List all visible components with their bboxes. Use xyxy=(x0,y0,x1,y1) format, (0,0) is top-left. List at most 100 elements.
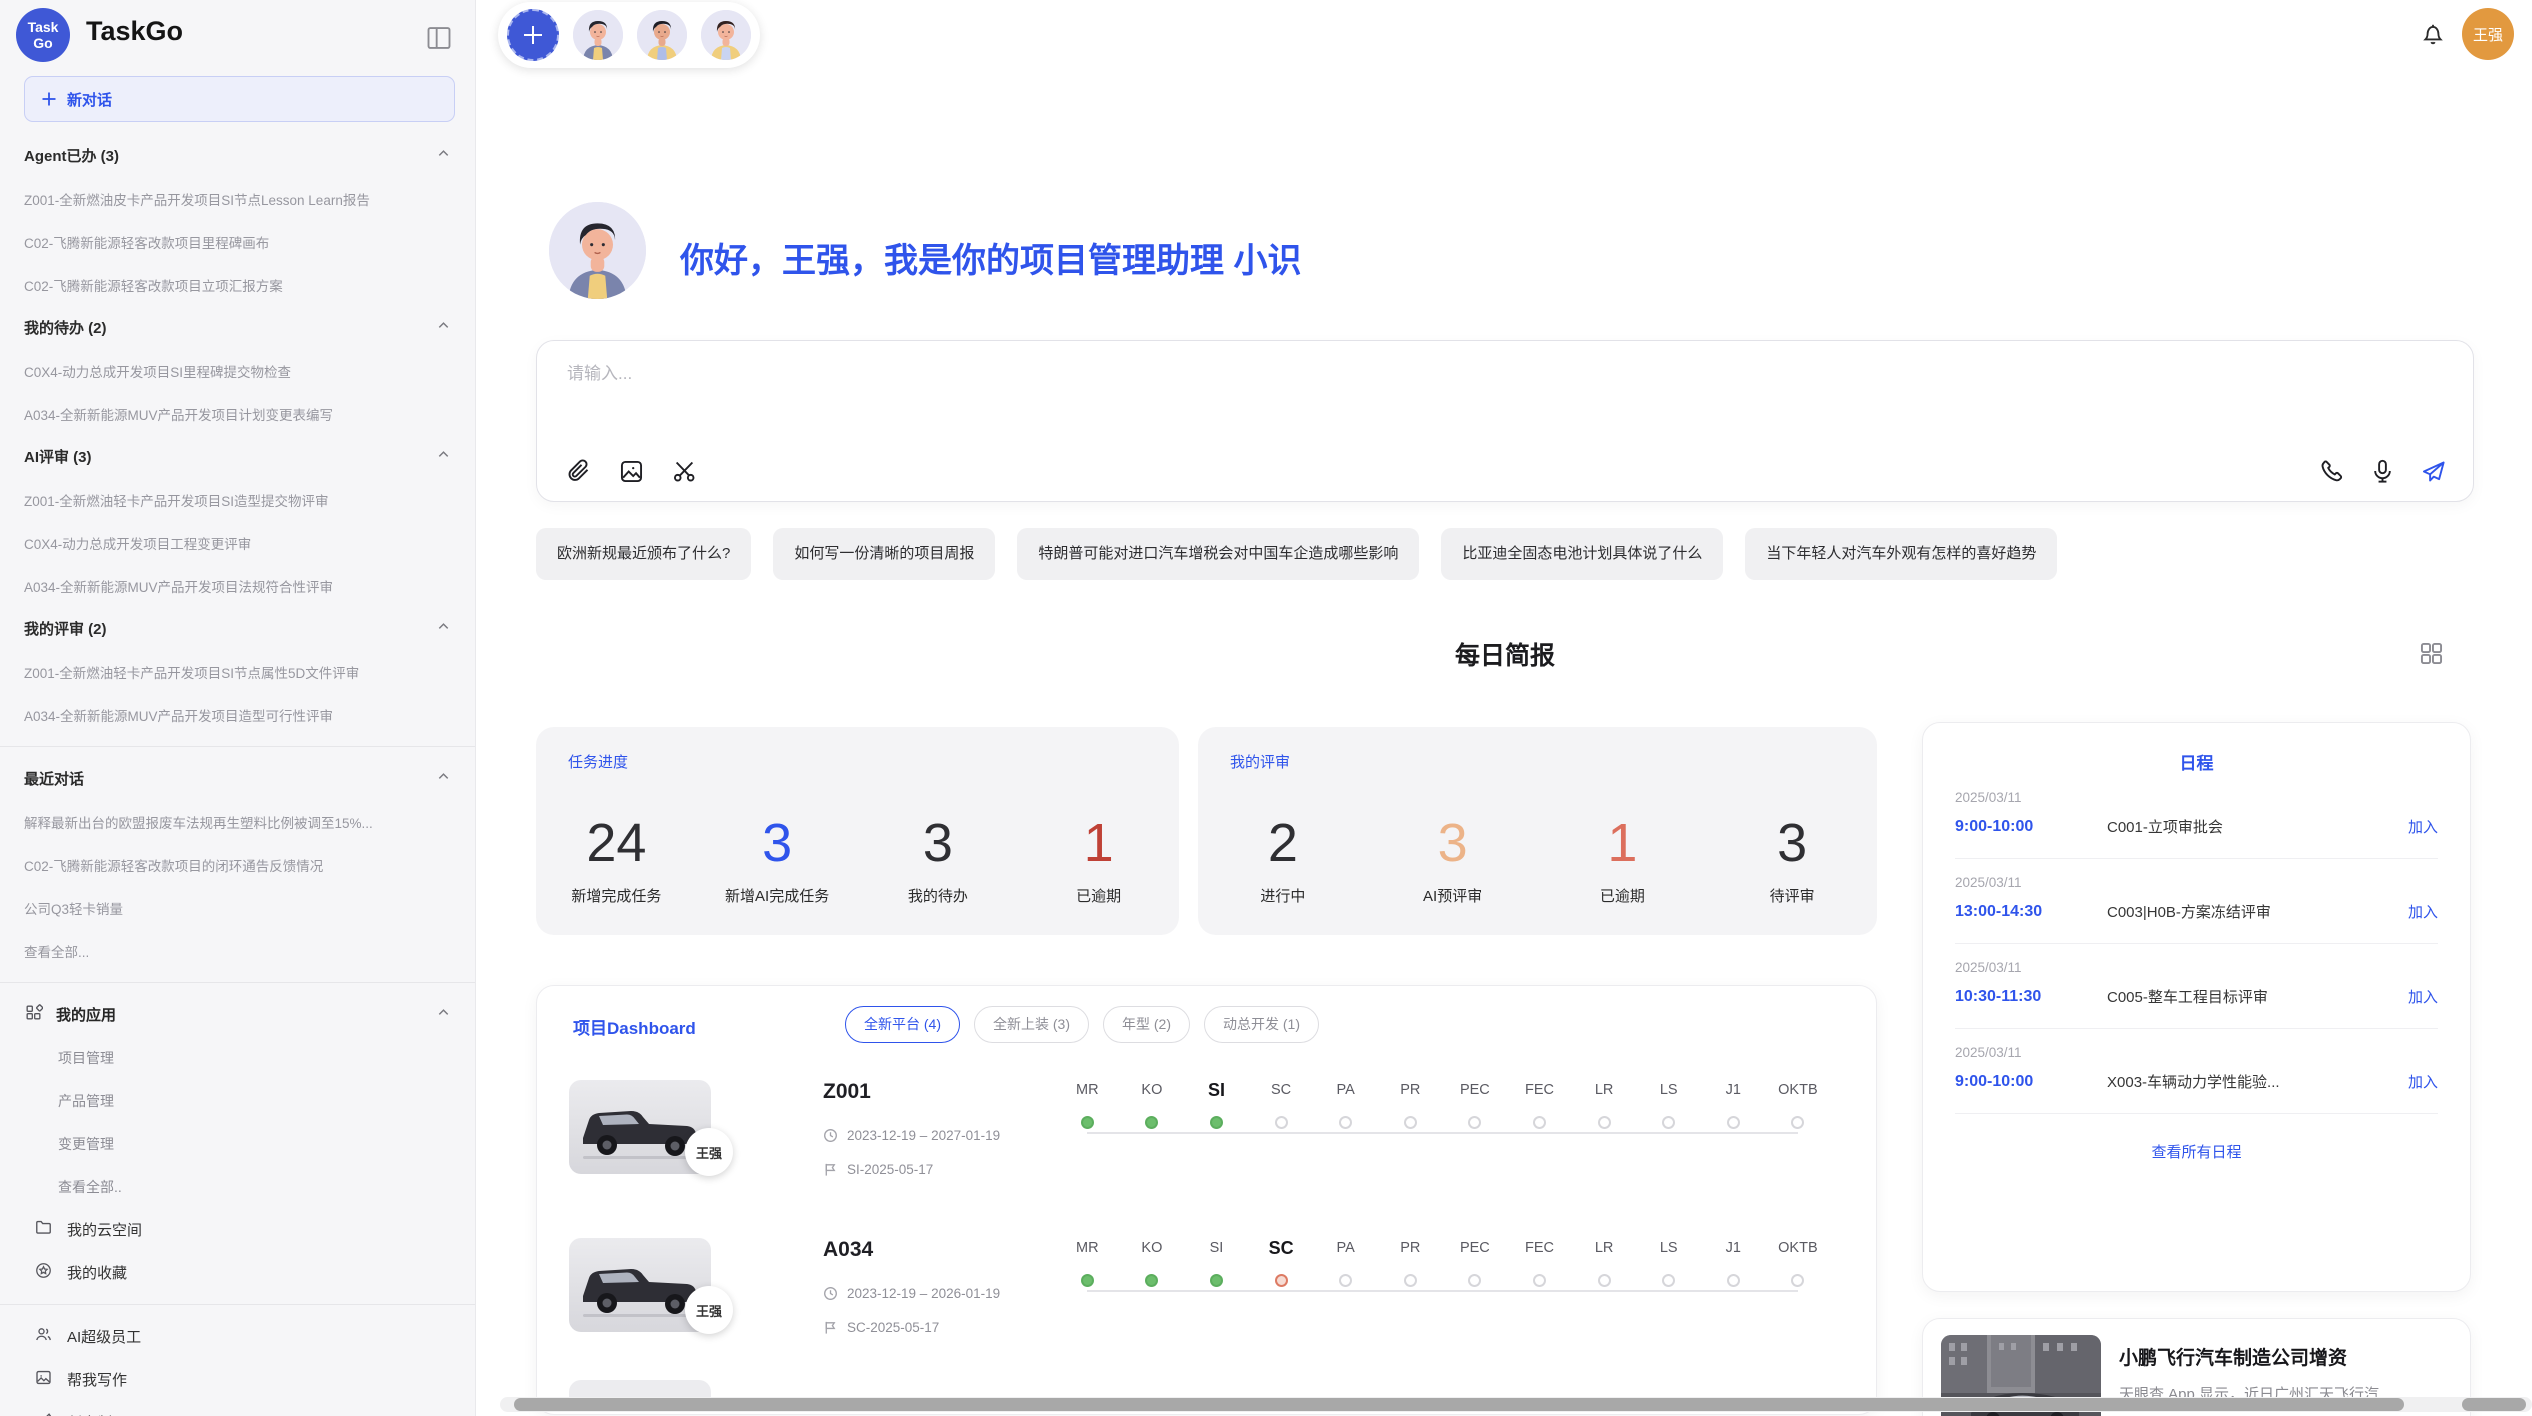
send-icon[interactable] xyxy=(2420,458,2447,485)
stat-label: 我的待办 xyxy=(908,885,968,906)
sidebar-item[interactable]: A034-全新新能源MUV产品开发项目造型可行性评审 xyxy=(0,693,475,736)
conversation-avatar-1[interactable] xyxy=(573,10,623,60)
sidebar-tool-1[interactable]: 帮我写作 xyxy=(0,1358,475,1401)
sidebar: Task Go TaskGo 新对话 Agent已办 (3)Z001-全新燃油皮… xyxy=(0,0,476,1416)
milestone-dot-pending xyxy=(1468,1274,1481,1287)
view-all-apps-link[interactable]: 查看全部.. xyxy=(0,1165,475,1208)
milestone-label: MR xyxy=(1055,1078,1120,1102)
sidebar-group-header[interactable]: AI评审 (3) xyxy=(0,435,475,478)
my-review-card: 我的评审2进行中3AI预评审1已逾期3待评审 xyxy=(1198,727,1877,935)
project-dashboard-card: 项目Dashboard 全新平台 (4)全新上装 (3)年型 (2)动总开发 (… xyxy=(536,985,1877,1415)
message-input[interactable] xyxy=(567,359,2267,429)
milestone-connector xyxy=(1087,1290,1798,1292)
schedule-item-main: 13:00-14:30C003|H0B-方案冻结评审加入 xyxy=(1955,901,2438,922)
dashboard-tab[interactable]: 年型 (2) xyxy=(1103,1006,1190,1043)
recent-conversation-item[interactable]: C02-飞腾新能源轻客改款项目的闭环通告反馈情况 xyxy=(0,843,475,886)
suggestion-chip[interactable]: 欧洲新规最近颁布了什么? xyxy=(536,528,751,580)
join-link[interactable]: 加入 xyxy=(2408,901,2438,922)
apps-grid-icon xyxy=(24,1003,43,1026)
image-upload-icon[interactable] xyxy=(618,458,645,485)
suggestion-chip[interactable]: 比亚迪全固态电池计划具体说了什么 xyxy=(1441,528,1723,580)
milestone-dot-done xyxy=(1145,1274,1158,1287)
schedule-item-main: 9:00-10:00C001-立项审批会加入 xyxy=(1955,816,2438,837)
schedule-time: 9:00-10:00 xyxy=(1955,818,2107,836)
sidebar-item[interactable]: C0X4-动力总成开发项目SI里程碑提交物检查 xyxy=(0,349,475,392)
suggestion-chip[interactable]: 特朗普可能对进口汽车增税会对中国车企造成哪些影响 xyxy=(1017,528,1419,580)
schedule-time: 13:00-14:30 xyxy=(1955,903,2107,921)
add-conversation-button[interactable] xyxy=(507,9,559,61)
milestone-stop: PEC xyxy=(1443,1064,1508,1129)
project-flag: SI-2025-05-17 xyxy=(823,1162,933,1177)
stat-item: 2进行中 xyxy=(1198,785,1368,935)
stat-label: 新增AI完成任务 xyxy=(725,885,829,906)
milestone-stop: FEC xyxy=(1507,1064,1572,1129)
brief-layout-icon[interactable] xyxy=(2418,640,2445,667)
app-item[interactable]: 项目管理 xyxy=(0,1036,475,1079)
suggestion-chip[interactable]: 如何写一份清晰的项目周报 xyxy=(773,528,995,580)
sidebar-item[interactable]: C0X4-动力总成开发项目工程变更评审 xyxy=(0,521,475,564)
sidebar-group-header[interactable]: 我的评审 (2) xyxy=(0,607,475,650)
sidebar-group-header[interactable]: 最近对话 xyxy=(0,757,475,800)
schedule-name: C001-立项审批会 xyxy=(2107,816,2408,837)
schedule-card: 日程 2025/03/119:00-10:00C001-立项审批会加入2025/… xyxy=(1922,722,2471,1292)
sidebar-item[interactable]: Z001-全新燃油轻卡产品开发项目SI造型提交物评审 xyxy=(0,478,475,521)
dashboard-tab[interactable]: 全新上装 (3) xyxy=(974,1006,1089,1043)
join-link[interactable]: 加入 xyxy=(2408,1071,2438,1092)
user-name: 王强 xyxy=(2473,24,2503,45)
stat-label: 已逾期 xyxy=(1600,885,1645,906)
dashboard-tabs: 全新平台 (4) 全新上装 (3) 年型 (2) 动总开发 (1) xyxy=(845,1006,1319,1043)
sidebar-my-apps[interactable]: 我的应用 xyxy=(0,993,475,1036)
scissors-icon[interactable] xyxy=(671,458,698,485)
milestone-dot-done xyxy=(1145,1116,1158,1129)
sidebar-list: Agent已办 (3)Z001-全新燃油皮卡产品开发项目SI节点Lesson L… xyxy=(0,130,475,1416)
sidebar-link-0[interactable]: 我的云空间 xyxy=(0,1208,475,1251)
milestone-dot-done xyxy=(1081,1116,1094,1129)
conversation-avatar-2[interactable] xyxy=(637,10,687,60)
sidebar-item[interactable]: A034-全新新能源MUV产品开发项目计划变更表编写 xyxy=(0,392,475,435)
sidebar-collapse-icon[interactable] xyxy=(425,24,453,50)
join-link[interactable]: 加入 xyxy=(2408,986,2438,1007)
view-all-schedule-link[interactable]: 查看所有日程 xyxy=(1955,1141,2438,1162)
daily-brief-title: 每日简报 xyxy=(536,636,2474,672)
schedule-date: 2025/03/11 xyxy=(1955,960,2438,975)
sidebar-divider xyxy=(0,746,475,747)
sidebar-tool-2[interactable]: 创意制图 xyxy=(0,1401,475,1416)
sidebar-item[interactable]: Z001-全新燃油轻卡产品开发项目SI节点属性5D文件评审 xyxy=(0,650,475,693)
sidebar-group-title: 我的待办 (2) xyxy=(24,317,107,338)
milestone-label: SI xyxy=(1184,1236,1249,1260)
milestone-track: MRKOSISCPAPRPECFECLRLSJ1OKTB xyxy=(1055,1064,1845,1184)
sidebar-group-header[interactable]: Agent已办 (3) xyxy=(0,134,475,177)
notification-bell-icon[interactable] xyxy=(2420,21,2446,49)
taskgo-app: Task Go TaskGo 新对话 Agent已办 (3)Z001-全新燃油皮… xyxy=(0,0,2532,1416)
logo-line2: Go xyxy=(33,35,52,51)
dashboard-tab[interactable]: 动总开发 (1) xyxy=(1204,1006,1319,1043)
recent-conversation-item[interactable]: 公司Q3轻卡销量 xyxy=(0,886,475,929)
view-all-conversations-link[interactable]: 查看全部... xyxy=(0,929,475,972)
user-avatar[interactable]: 王强 xyxy=(2462,8,2514,60)
milestone-stop: SI xyxy=(1184,1222,1249,1287)
scrollbar-thumb-right[interactable] xyxy=(2462,1398,2526,1411)
conversation-avatar-3[interactable] xyxy=(701,10,751,60)
milestone-stop: PEC xyxy=(1443,1222,1508,1287)
sidebar-item[interactable]: Z001-全新燃油皮卡产品开发项目SI节点Lesson Learn报告 xyxy=(0,177,475,220)
new-chat-button[interactable]: 新对话 xyxy=(24,76,455,122)
microphone-icon[interactable] xyxy=(2369,458,2396,485)
sidebar-item[interactable]: C02-飞腾新能源轻客改款项目立项汇报方案 xyxy=(0,263,475,306)
milestone-stop: OKTB xyxy=(1766,1222,1831,1287)
phone-call-icon[interactable] xyxy=(2318,458,2345,485)
recent-conversation-item[interactable]: 解释最新出台的欧盟报废车法规再生塑料比例被调至15%... xyxy=(0,800,475,843)
milestone-stop: J1 xyxy=(1701,1064,1766,1129)
sidebar-group-header[interactable]: 我的待办 (2) xyxy=(0,306,475,349)
attachment-icon[interactable] xyxy=(565,458,592,485)
milestone-stop: KO xyxy=(1120,1222,1185,1287)
dashboard-tab[interactable]: 全新平台 (4) xyxy=(845,1006,960,1043)
app-item[interactable]: 产品管理 xyxy=(0,1079,475,1122)
sidebar-link-1[interactable]: 我的收藏 xyxy=(0,1251,475,1294)
suggestion-chip[interactable]: 当下年轻人对汽车外观有怎样的喜好趋势 xyxy=(1745,528,2057,580)
app-item[interactable]: 变更管理 xyxy=(0,1122,475,1165)
scrollbar-thumb[interactable] xyxy=(514,1398,2404,1411)
sidebar-item[interactable]: C02-飞腾新能源轻客改款项目里程碑画布 xyxy=(0,220,475,263)
sidebar-tool-0[interactable]: AI超级员工 xyxy=(0,1315,475,1358)
join-link[interactable]: 加入 xyxy=(2408,816,2438,837)
sidebar-item[interactable]: A034-全新新能源MUV产品开发项目法规符合性评审 xyxy=(0,564,475,607)
